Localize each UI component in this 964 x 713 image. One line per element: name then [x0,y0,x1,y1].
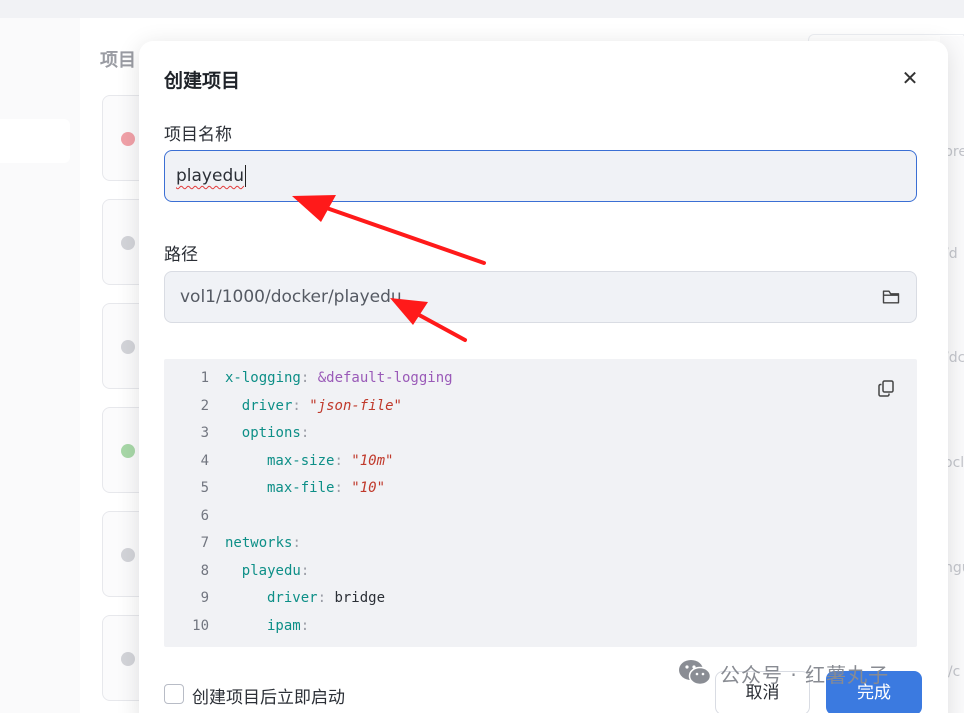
code-line: 8 playedu: [164,558,917,584]
project-name-value: playedu [176,166,245,186]
yaml-key: max-size [267,452,335,469]
folder-icon[interactable] [882,289,900,305]
yaml-punct: : [334,452,352,469]
yaml-key: ipam [267,617,301,634]
sidebar-item-active[interactable] [0,119,70,163]
line-number: 5 [200,480,209,496]
start-after-create-checkbox[interactable] [164,684,184,704]
yaml-punct: : [300,370,318,386]
yaml-punct: : [300,562,310,579]
text-cursor [245,165,247,187]
create-project-dialog: 创建项目 ✕ 项目名称 playedu 路径 vol1/1000/docker/… [139,41,948,713]
code-line: 7 networks: [164,530,917,556]
yaml-value: "json-file" [309,397,402,414]
code-line: 2 driver: "json-file" [164,393,917,419]
yaml-punct: : [334,480,352,496]
yaml-punct: : [292,397,310,414]
project-name-label: 项目名称 [164,125,232,145]
yaml-punct: : [292,535,301,551]
path-value: vol1/1000/docker/playedu [180,287,402,307]
status-dot-stopped [121,652,135,666]
yaml-value: "10" [351,480,386,496]
code-line: 1 x-logging: &default-logging [164,365,917,391]
status-dot-error [121,132,135,146]
dialog-title: 创建项目 [164,70,241,92]
yaml-key: playedu [241,562,301,579]
code-text: max-size: "10m" [225,448,393,474]
line-number: 8 [200,562,209,579]
path-input[interactable]: vol1/1000/docker/playedu [164,271,917,323]
yaml-key: x-logging [225,370,301,386]
close-icon[interactable]: ✕ [899,67,921,89]
yaml-value: bridge [334,590,386,606]
line-number: 1 [200,370,209,386]
yaml-punct: : [317,590,335,606]
code-text: x-logging: &default-logging [225,365,453,391]
page-title: 项目 [100,50,136,71]
line-number: 6 [200,507,209,524]
yaml-key: networks [225,535,293,551]
line-number: 2 [200,397,209,414]
yaml-key: driver [241,397,293,414]
line-number: 10 [192,617,209,634]
code-text: max-file: "10" [225,475,385,501]
yaml-punct: : [300,617,310,634]
compose-editor[interactable]: 1 x-logging: &default-logging 2 driver: "js… [164,359,917,647]
path-label: 路径 [164,245,198,265]
yaml-key: options [241,425,301,441]
line-number: 9 [200,590,209,606]
status-dot-stopped [121,340,135,354]
status-dot-stopped [121,236,135,250]
code-text: driver: bridge [225,585,385,611]
start-after-create-label[interactable]: 创建项目后立即启动 [192,683,345,708]
yaml-value: &default-logging [317,370,453,386]
watermark-text: 公众号 · 红薯丸子 [720,662,890,687]
project-name-input[interactable]: playedu [164,150,917,202]
line-number: 3 [200,425,209,441]
code-line: 3 options: [164,420,917,446]
line-number: 4 [200,452,209,469]
code-line: 10 ipam: [164,613,917,639]
status-dot-stopped [121,548,135,562]
copy-icon[interactable] [878,380,894,397]
yaml-value: "10m" [351,452,394,469]
code-text: ipam: [225,613,309,639]
yaml-key: max-file [267,480,335,496]
code-line: 9 driver: bridge [164,585,917,611]
line-number: 7 [200,535,209,551]
yaml-punct: : [300,425,310,441]
top-bar [0,0,964,18]
code-line: 4 max-size: "10m" [164,448,917,474]
code-text: options: [225,420,309,446]
yaml-key: driver [267,590,318,606]
wechat-icon [679,660,712,686]
status-dot-running [121,444,135,458]
code-text: driver: "json-file" [225,393,402,419]
code-line: 5 max-file: "10" [164,475,917,501]
code-text: networks: [225,530,301,556]
code-line: 6 [164,503,917,529]
code-text: playedu: [225,558,309,584]
watermark: 公众号 · 红薯丸子 [678,658,889,688]
